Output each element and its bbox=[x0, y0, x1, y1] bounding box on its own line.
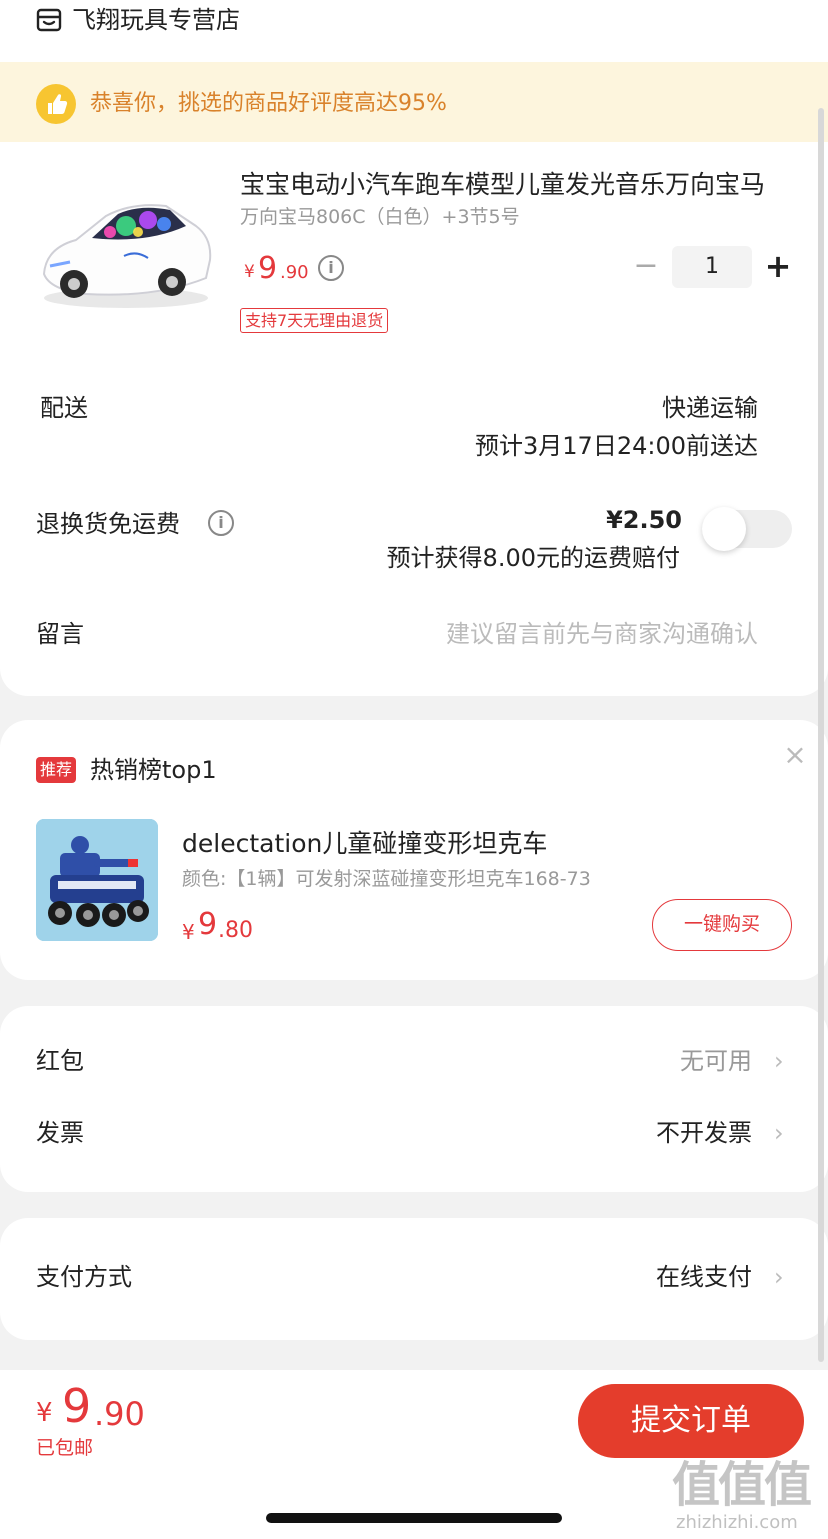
watermark-logo: 值值值 bbox=[672, 1457, 812, 1513]
freight-insurance-desc: 预计获得8.00元的运费赔付 bbox=[386, 544, 680, 572]
recommend-product-name[interactable]: delectation儿童碰撞变形坦克车 bbox=[182, 828, 547, 860]
product-price-symbol: ¥ bbox=[244, 262, 255, 282]
delivery-method: 快递运输 bbox=[662, 394, 758, 422]
recommend-price-decimal: .80 bbox=[218, 918, 253, 943]
product-price-integer: 9 bbox=[258, 251, 278, 286]
invoice-value[interactable]: 不开发票 bbox=[656, 1117, 752, 1149]
recommend-price-symbol: ¥ bbox=[182, 920, 195, 944]
freight-insurance-label: 退换货免运费 bbox=[36, 510, 180, 538]
return-policy-badge: 支持7天无理由退货 bbox=[240, 308, 389, 333]
freight-insurance-price: ¥2.50 bbox=[606, 506, 682, 534]
total-price-symbol: ¥ bbox=[36, 1398, 53, 1428]
thumbs-up-icon bbox=[36, 84, 76, 124]
product-spec: 万向宝马806C（白色）+3节5号 bbox=[240, 206, 520, 228]
product-title[interactable]: 宝宝电动小汽车跑车模型儿童发光音乐万向宝马 bbox=[240, 168, 780, 202]
price-info-icon[interactable]: i bbox=[318, 255, 344, 281]
scrollbar[interactable] bbox=[818, 108, 824, 1362]
toggle-knob bbox=[702, 507, 746, 551]
recommend-product-image[interactable] bbox=[36, 819, 158, 941]
one-click-buy-button[interactable]: 一键购买 bbox=[652, 899, 792, 951]
options-card bbox=[0, 1006, 828, 1192]
note-label: 留言 bbox=[36, 620, 84, 648]
note-input[interactable] bbox=[358, 618, 758, 650]
recommend-title: 热销榜top1 bbox=[90, 756, 217, 784]
total-price-integer: 9 bbox=[62, 1379, 92, 1433]
store-icon bbox=[36, 7, 62, 33]
watermark-url: zhizhizhi.com bbox=[676, 1512, 798, 1533]
rating-banner-text: 恭喜你，挑选的商品好评度高达95% bbox=[90, 91, 447, 116]
recommend-price-integer: 9 bbox=[198, 907, 218, 942]
recommend-tag: 推荐 bbox=[36, 757, 77, 783]
payment-method-label: 支付方式 bbox=[36, 1263, 132, 1291]
freight-info-icon[interactable]: i bbox=[208, 510, 234, 536]
product-price-decimal: .90 bbox=[280, 262, 309, 283]
chevron-right-icon[interactable]: › bbox=[774, 1045, 790, 1077]
red-packet-label: 红包 bbox=[36, 1047, 84, 1075]
product-image[interactable] bbox=[36, 186, 216, 326]
quantity-input[interactable]: 1 bbox=[672, 246, 752, 288]
submit-order-button[interactable]: 提交订单 bbox=[578, 1384, 804, 1458]
free-shipping-text: 已包邮 bbox=[36, 1437, 94, 1459]
close-icon[interactable]: × bbox=[782, 740, 808, 770]
recommend-product-spec: 颜色:【1辆】可发射深蓝碰撞变形坦克车168-73 bbox=[182, 868, 591, 890]
home-indicator[interactable] bbox=[266, 1513, 562, 1523]
chevron-right-icon[interactable]: › bbox=[774, 1117, 790, 1149]
invoice-label: 发票 bbox=[36, 1119, 84, 1147]
red-packet-value[interactable]: 无可用 bbox=[680, 1045, 752, 1077]
payment-method-value[interactable]: 在线支付 bbox=[656, 1261, 752, 1293]
quantity-decrease-button[interactable]: − bbox=[632, 250, 660, 284]
total-price-decimal: .90 bbox=[94, 1395, 145, 1433]
chevron-right-icon[interactable]: › bbox=[774, 1261, 790, 1293]
delivery-eta: 预计3月17日24:00前送达 bbox=[475, 432, 758, 460]
store-name[interactable]: 飞翔玩具专营店 bbox=[72, 4, 240, 36]
delivery-label: 配送 bbox=[40, 394, 88, 422]
quantity-increase-button[interactable]: + bbox=[764, 248, 792, 284]
